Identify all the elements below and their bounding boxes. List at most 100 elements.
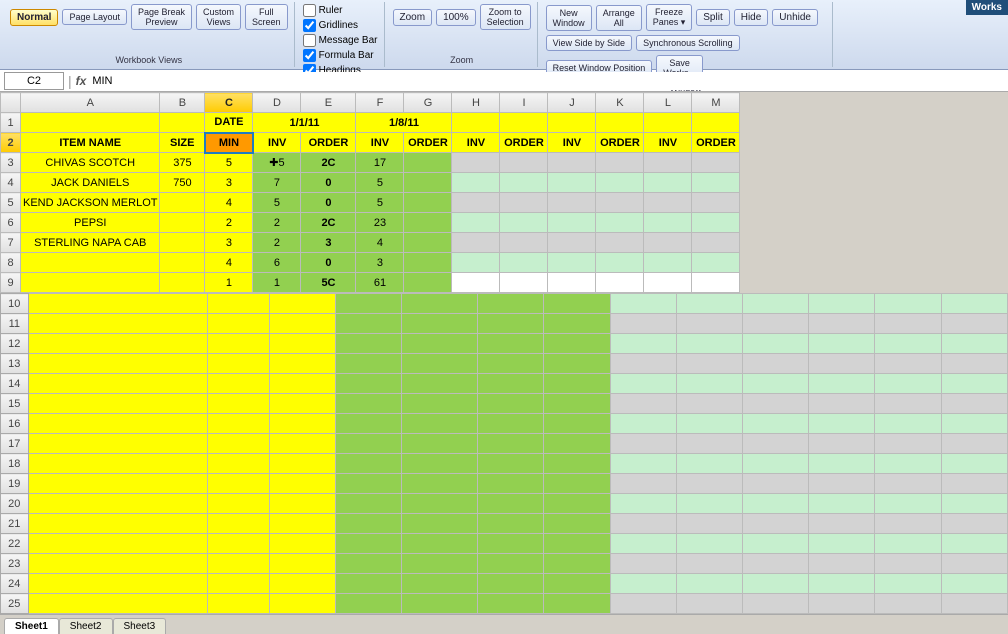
cell-E12[interactable] — [402, 334, 478, 354]
cell-A7[interactable]: STERLING NAPA CAB — [21, 233, 160, 253]
cell-C9[interactable]: 1 — [205, 273, 253, 293]
cell-F7[interactable]: 4 — [356, 233, 404, 253]
cell-B10[interactable] — [207, 294, 269, 314]
cell-K15[interactable] — [809, 394, 875, 414]
cell-J19[interactable] — [743, 474, 809, 494]
cell-I13[interactable] — [676, 354, 742, 374]
cell-C15[interactable] — [269, 394, 335, 414]
cell-M9[interactable] — [692, 273, 740, 293]
sheet-tab-2[interactable]: Sheet2 — [59, 618, 113, 634]
cell-E17[interactable] — [402, 434, 478, 454]
cell-C24[interactable] — [269, 574, 335, 594]
cell-C16[interactable] — [269, 414, 335, 434]
cell-G8[interactable] — [404, 253, 452, 273]
cell-M11[interactable] — [941, 314, 1007, 334]
cell-M23[interactable] — [941, 554, 1007, 574]
cell-C17[interactable] — [269, 434, 335, 454]
cell-C23[interactable] — [269, 554, 335, 574]
cell-C20[interactable] — [269, 494, 335, 514]
cell-A20[interactable] — [28, 494, 207, 514]
cell-M12[interactable] — [941, 334, 1007, 354]
cell-F4[interactable]: 5 — [356, 173, 404, 193]
cell-D9[interactable]: 1 — [253, 273, 301, 293]
cell-K3[interactable] — [596, 153, 644, 173]
cell-B2[interactable]: SIZE — [160, 133, 205, 153]
split-button[interactable]: Split — [696, 9, 729, 26]
cell-K12[interactable] — [809, 334, 875, 354]
cell-I12[interactable] — [676, 334, 742, 354]
cell-B17[interactable] — [207, 434, 269, 454]
cell-B21[interactable] — [207, 514, 269, 534]
cell-L6[interactable] — [644, 213, 692, 233]
cell-G6[interactable] — [404, 213, 452, 233]
col-header-I[interactable]: I — [500, 93, 548, 113]
cell-H7[interactable] — [452, 233, 500, 253]
cell-D13[interactable] — [336, 354, 402, 374]
message-bar-check[interactable] — [303, 34, 316, 47]
cell-E6[interactable]: 2C — [301, 213, 356, 233]
cell-A4[interactable]: JACK DANIELS — [21, 173, 160, 193]
cell-L3[interactable] — [644, 153, 692, 173]
cell-A11[interactable] — [28, 314, 207, 334]
cell-D21[interactable] — [336, 514, 402, 534]
cell-E8[interactable]: 0 — [301, 253, 356, 273]
cell-E24[interactable] — [402, 574, 478, 594]
cell-B9[interactable] — [160, 273, 205, 293]
cell-E19[interactable] — [402, 474, 478, 494]
cell-B14[interactable] — [207, 374, 269, 394]
cell-K5[interactable] — [596, 193, 644, 213]
cell-H19[interactable] — [610, 474, 676, 494]
cell-M1[interactable] — [692, 113, 740, 133]
cell-J10[interactable] — [743, 294, 809, 314]
cell-F14[interactable] — [478, 374, 544, 394]
cell-H16[interactable] — [610, 414, 676, 434]
cell-F15[interactable] — [478, 394, 544, 414]
cell-L21[interactable] — [875, 514, 941, 534]
page-layout-button[interactable]: Page Layout — [62, 9, 127, 25]
cell-B13[interactable] — [207, 354, 269, 374]
cell-E18[interactable] — [402, 454, 478, 474]
cell-H18[interactable] — [610, 454, 676, 474]
cell-F16[interactable] — [478, 414, 544, 434]
cell-J2[interactable]: INV — [548, 133, 596, 153]
cell-A6[interactable]: PEPSI — [21, 213, 160, 233]
cell-J18[interactable] — [743, 454, 809, 474]
hide-button[interactable]: Hide — [734, 9, 769, 26]
col-header-H[interactable]: H — [452, 93, 500, 113]
cell-I4[interactable] — [500, 173, 548, 193]
cell-M24[interactable] — [941, 574, 1007, 594]
cell-G10[interactable] — [544, 294, 610, 314]
cell-A13[interactable] — [28, 354, 207, 374]
cell-G14[interactable] — [544, 374, 610, 394]
cell-K10[interactable] — [809, 294, 875, 314]
cell-I7[interactable] — [500, 233, 548, 253]
cell-J15[interactable] — [743, 394, 809, 414]
cell-M10[interactable] — [941, 294, 1007, 314]
cell-F5[interactable]: 5 — [356, 193, 404, 213]
cell-B19[interactable] — [207, 474, 269, 494]
cell-E4[interactable]: 0 — [301, 173, 356, 193]
cell-H14[interactable] — [610, 374, 676, 394]
page-break-button[interactable]: Page BreakPreview — [131, 4, 192, 30]
cell-B18[interactable] — [207, 454, 269, 474]
cell-G18[interactable] — [544, 454, 610, 474]
cell-G9[interactable] — [404, 273, 452, 293]
cell-F2[interactable]: INV — [356, 133, 404, 153]
cell-M20[interactable] — [941, 494, 1007, 514]
cell-I25[interactable] — [676, 594, 742, 614]
custom-views-button[interactable]: CustomViews — [196, 4, 241, 30]
cell-M8[interactable] — [692, 253, 740, 273]
cell-C25[interactable] — [269, 594, 335, 614]
cell-E15[interactable] — [402, 394, 478, 414]
cell-L18[interactable] — [875, 454, 941, 474]
cell-J12[interactable] — [743, 334, 809, 354]
cell-B22[interactable] — [207, 534, 269, 554]
cell-E5[interactable]: 0 — [301, 193, 356, 213]
cell-L11[interactable] — [875, 314, 941, 334]
cell-I9[interactable] — [500, 273, 548, 293]
cell-B7[interactable] — [160, 233, 205, 253]
cell-L19[interactable] — [875, 474, 941, 494]
cell-C18[interactable] — [269, 454, 335, 474]
cell-L8[interactable] — [644, 253, 692, 273]
cell-E22[interactable] — [402, 534, 478, 554]
